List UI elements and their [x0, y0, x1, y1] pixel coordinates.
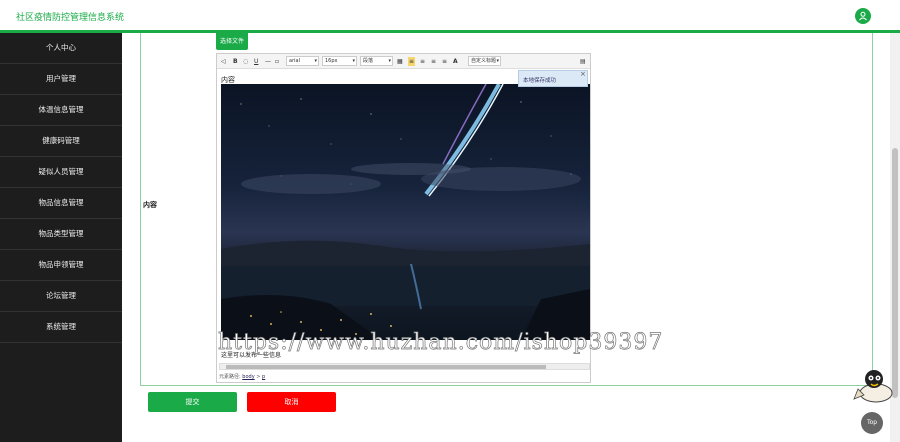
editor-scroll-thumb[interactable]	[226, 365, 546, 369]
page-scroll-thumb[interactable]	[892, 148, 898, 398]
align-right-icon[interactable]: ≡	[431, 57, 436, 66]
path-body-link[interactable]: body	[242, 374, 254, 380]
horizontal-rule-icon[interactable]: —	[265, 57, 271, 66]
paragraph-select[interactable]: 段落	[360, 56, 393, 66]
sidebar-item-user-management[interactable]: 用户管理	[0, 64, 122, 95]
inserted-night-sky-image	[221, 84, 590, 340]
justify-icon[interactable]: ≡	[442, 57, 447, 66]
sidebar: 个人中心 用户管理 体温信息管理 健康码管理 疑似人员管理 物品信息管理 物品类…	[0, 33, 122, 442]
custom-title-select[interactable]: 自定义标题	[468, 56, 501, 66]
back-to-top-button[interactable]: Top	[861, 412, 883, 434]
editor-horizontal-scrollbar[interactable]	[219, 363, 590, 370]
bold-button[interactable]: B	[233, 57, 238, 66]
sidebar-item-personal-center[interactable]: 个人中心	[0, 33, 122, 64]
sidebar-item-suspected-person-management[interactable]: 疑似人员管理	[0, 157, 122, 188]
font-color-button[interactable]: A	[453, 57, 458, 66]
mascot-icon[interactable]	[852, 365, 900, 405]
path-p-link[interactable]: p	[262, 374, 265, 380]
font-family-select[interactable]: arial	[286, 56, 319, 66]
fullscreen-icon[interactable]: ▤	[580, 57, 586, 66]
local-save-tip: 本地保存成功	[518, 70, 588, 87]
sidebar-item-health-code-management[interactable]: 健康码管理	[0, 126, 122, 157]
user-avatar-icon[interactable]	[855, 8, 871, 24]
top-header: 社区疫情防控管理信息系统	[0, 0, 900, 33]
content-field-label: 内容	[143, 201, 157, 209]
cancel-button[interactable]: 取消	[247, 392, 336, 412]
align-center-icon[interactable]: ≡	[420, 57, 425, 66]
table-icon[interactable]: ▦	[397, 57, 403, 66]
sidebar-item-system-management[interactable]: 系统管理	[0, 312, 122, 343]
sidebar-item-forum-management[interactable]: 论坛管理	[0, 281, 122, 312]
watermark-text: https://www.huzhan.com/ishop39397	[218, 330, 664, 356]
path-separator: >	[256, 374, 261, 380]
editor-status-bar: 元素路径: body > p	[217, 372, 590, 382]
sidebar-item-goods-type-management[interactable]: 物品类型管理	[0, 219, 122, 250]
align-left-icon[interactable]: ≡	[408, 57, 416, 66]
font-size-select[interactable]: 16px	[322, 56, 357, 66]
app-title: 社区疫情防控管理信息系统	[16, 13, 125, 23]
clear-format-icon[interactable]: ▫	[275, 57, 279, 66]
save-tip-close-icon[interactable]: ×	[580, 70, 586, 78]
choose-file-button[interactable]: 选择文件	[216, 33, 249, 50]
element-path-label: 元素路径:	[219, 374, 241, 380]
source-icon[interactable]: ◁	[221, 57, 226, 66]
editor-toolbar: ◁ B ◌ U — ▫ arial 16px 段落 ▦ ≡ ≡ ≡ ≡ A 自定…	[217, 54, 590, 69]
underline-button[interactable]: U	[254, 57, 258, 66]
sidebar-item-goods-claim-management[interactable]: 物品申领管理	[0, 250, 122, 281]
sidebar-item-temperature-management[interactable]: 体温信息管理	[0, 95, 122, 126]
submit-button[interactable]: 提交	[148, 392, 237, 412]
italic-icon[interactable]: ◌	[243, 57, 248, 66]
sidebar-item-goods-info-management[interactable]: 物品信息管理	[0, 188, 122, 219]
